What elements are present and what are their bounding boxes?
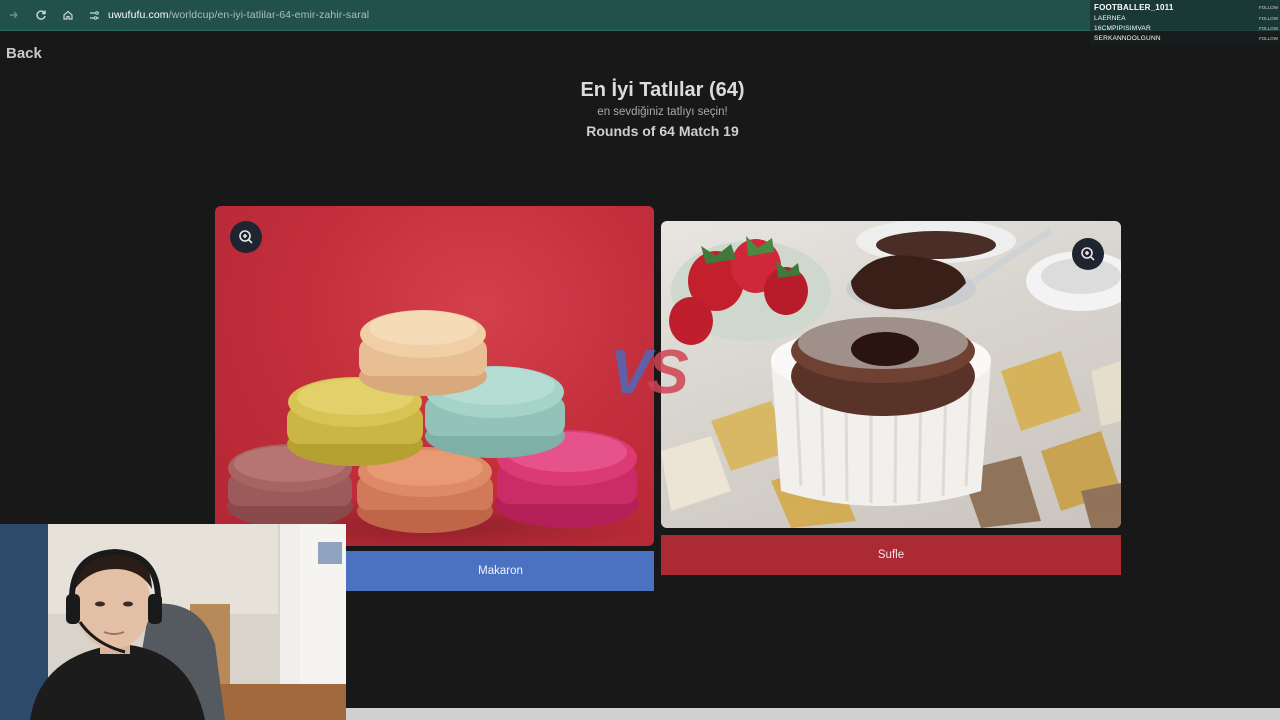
url-text: uwufufu.com/worldcup/en-iyi-tatlilar-64-… (108, 9, 369, 21)
chat-username: 16CMPIPISIMVAR (1094, 24, 1151, 32)
chat-user-row: SERKANNDOLGUNN FOLLOW (1090, 33, 1280, 43)
versus-text: VS (610, 338, 720, 408)
page-title: En İyi Tatlılar (64) (580, 79, 745, 101)
chat-user-row: 16CMPIPISIMVAR FOLLOW (1090, 23, 1280, 33)
site-settings-icon[interactable] (87, 8, 101, 22)
chat-username: FOOTBALLER_1011 (1094, 2, 1174, 12)
streamer-webcam (0, 524, 346, 720)
webcam-feed-image (0, 524, 346, 720)
page-header: En İyi Tatlılar (64) en sevdiğiniz tatlı… (0, 77, 1280, 140)
stream-chat-overlay: FOOTBALLER_1011 FOLLOW LAERNEA FOLLOW 16… (1090, 0, 1280, 46)
chat-follow-label: FOLLOW (1258, 4, 1278, 10)
round-info: Rounds of 64 Match 19 (586, 123, 739, 139)
zoom-in-icon[interactable] (230, 221, 262, 253)
address-bar[interactable]: uwufufu.com/worldcup/en-iyi-tatlilar-64-… (87, 8, 369, 22)
bottom-scrollbar-area (346, 708, 1280, 720)
choose-right-button[interactable]: Sufle (661, 535, 1121, 575)
chat-follow-label: FOLLOW (1258, 35, 1278, 41)
home-icon[interactable] (55, 2, 81, 28)
candidate-right-image[interactable] (661, 221, 1121, 528)
vs-v: V (610, 338, 651, 407)
forward-arrow-icon[interactable] (1, 2, 27, 28)
macarons-illustration (215, 310, 654, 546)
chat-follow-label: FOLLOW (1258, 25, 1278, 31)
zoom-in-icon[interactable] (1072, 238, 1104, 270)
vs-s: S (647, 338, 688, 407)
reload-icon[interactable] (28, 2, 54, 28)
chat-username: SERKANNDOLGUNN (1094, 34, 1161, 42)
chat-username: LAERNEA (1094, 14, 1126, 22)
chat-follow-label: FOLLOW (1258, 15, 1278, 21)
chat-user-row: LAERNEA FOLLOW (1090, 13, 1280, 23)
url-path: /worldcup/en-iyi-tatlilar-64-emir-zahir-… (168, 9, 370, 21)
browser-toolbar: uwufufu.com/worldcup/en-iyi-tatlilar-64-… (0, 0, 1280, 31)
page-subtitle: en sevdiğiniz tatlıyı seçin! (597, 106, 728, 118)
back-button[interactable]: Back (6, 45, 42, 62)
chat-user-row: FOOTBALLER_1011 FOLLOW (1090, 1, 1280, 13)
candidate-left-image[interactable] (215, 206, 654, 546)
souffle-illustration (661, 221, 1121, 528)
url-domain: uwufufu.com (108, 9, 169, 21)
